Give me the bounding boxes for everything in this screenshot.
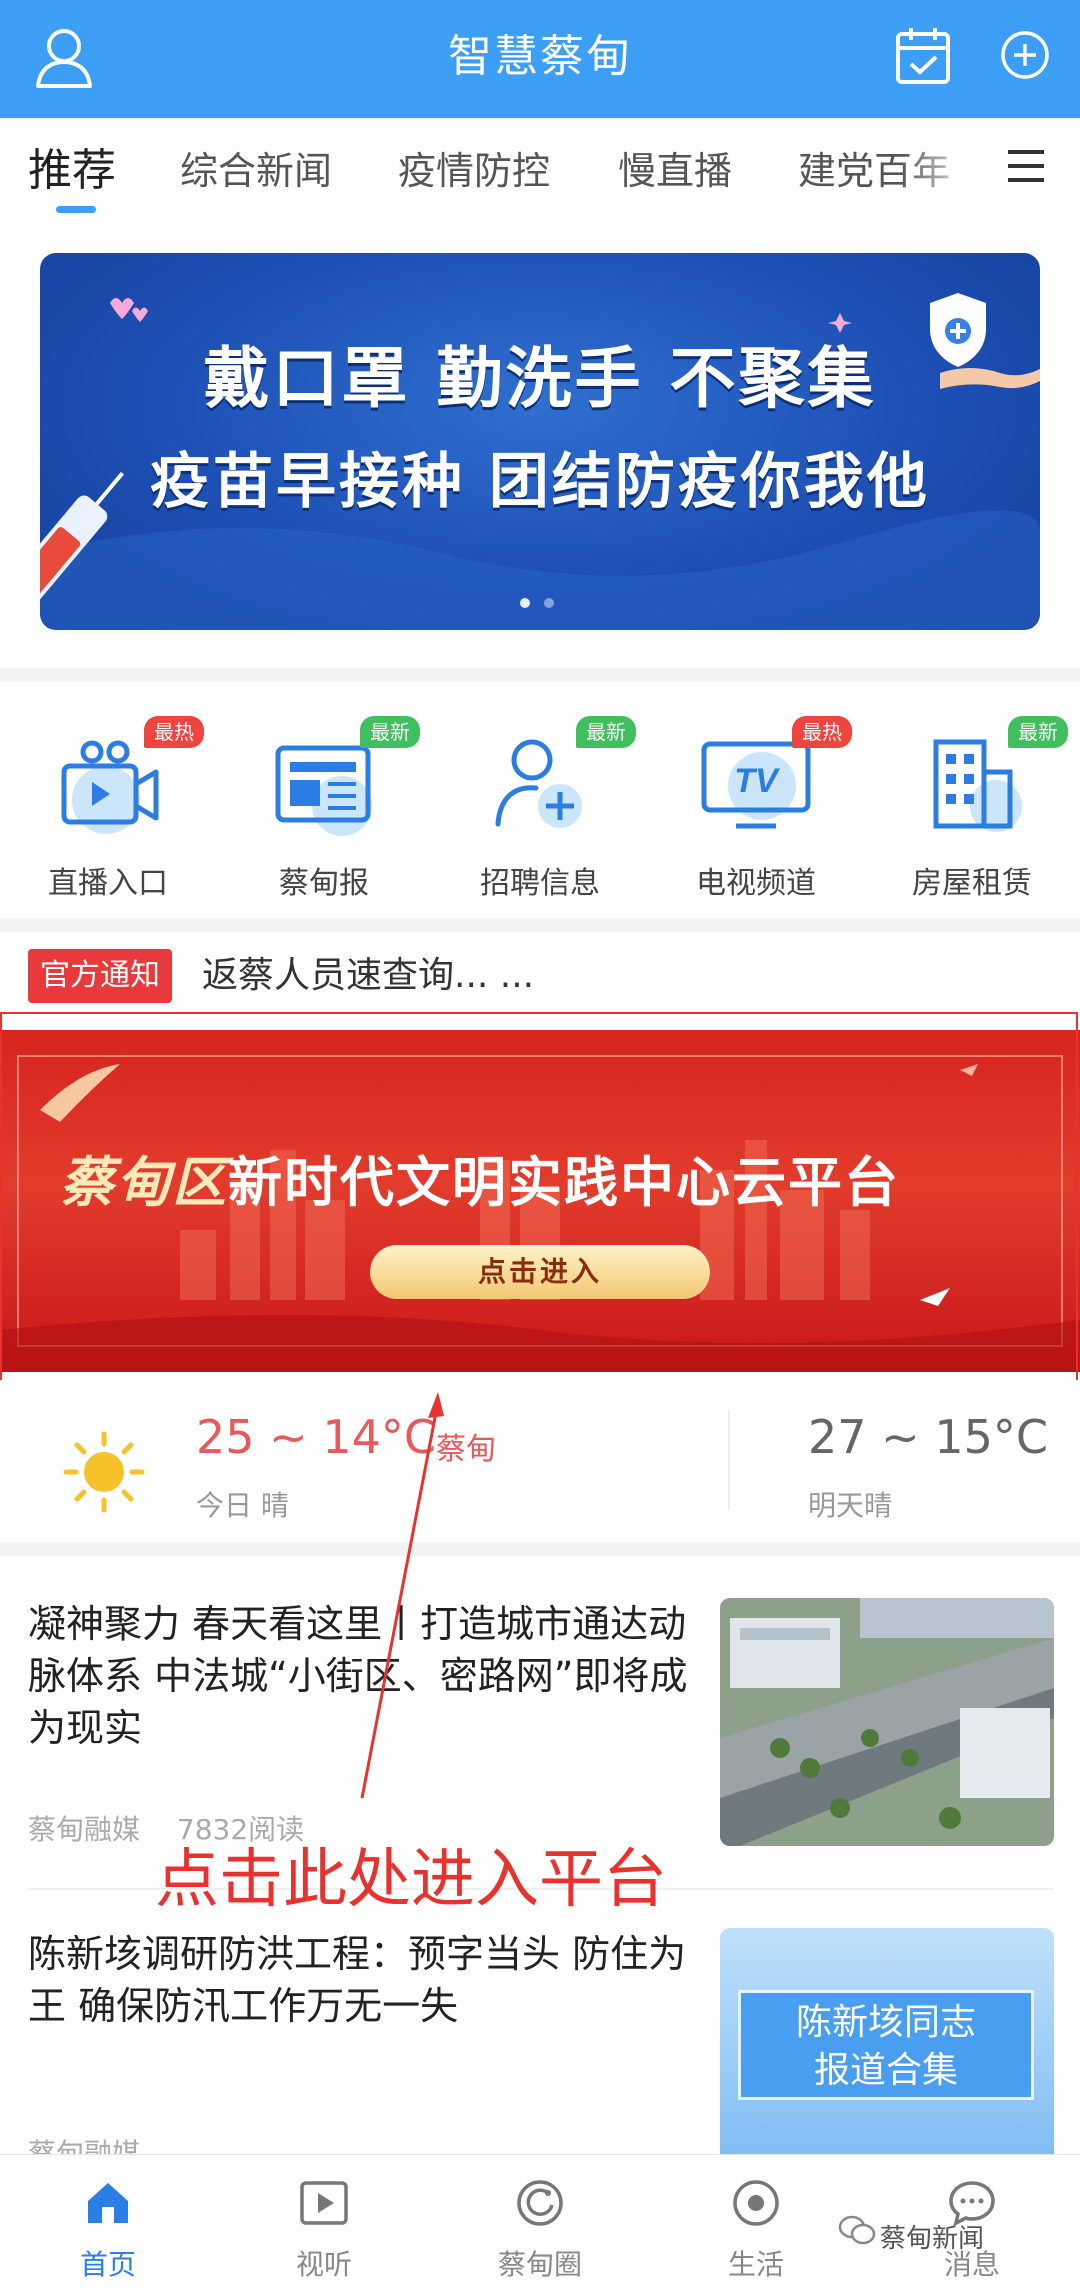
thumb-caption: 陈新垓同志 报道合集 xyxy=(738,1990,1034,2100)
menu-icon[interactable] xyxy=(1006,148,1046,184)
tab-epidemic[interactable]: 疫情防控 xyxy=(398,140,550,195)
carousel-dot xyxy=(544,598,554,608)
nav-label: 蔡甸圈 xyxy=(497,2248,582,2281)
tomorrow-temperature: 27 ~ 15°C xyxy=(808,1410,1048,1464)
quick-label: 房屋租赁 xyxy=(912,866,1032,901)
app-header: 智慧蔡甸 xyxy=(0,0,1080,118)
quick-label: 招聘信息 xyxy=(480,866,600,901)
carousel-dots xyxy=(520,593,568,612)
category-tabs: 推荐 综合新闻 疫情防控 慢直播 建党百年 xyxy=(0,118,1080,228)
new-badge: 最新 xyxy=(360,716,420,748)
section-divider xyxy=(0,918,1080,932)
banner-line-1: 戴口罩 勤洗手 不聚集 xyxy=(203,340,877,417)
quick-recruitment[interactable]: 最新 招聘信息 xyxy=(432,690,648,920)
hot-badge: 最热 xyxy=(792,716,852,748)
tab-slow-live[interactable]: 慢直播 xyxy=(618,140,732,195)
quick-live-entry[interactable]: 最热 直播入口 xyxy=(0,690,216,920)
weather-widget[interactable]: 25 ~ 14°C 蔡甸 今日 晴 27 ~ 15°C 明天晴 xyxy=(0,1380,1080,1540)
quick-newspaper[interactable]: 最新 蔡甸报 xyxy=(216,690,432,920)
annotation-arrow-icon xyxy=(360,1392,444,1799)
new-badge: 最新 xyxy=(576,716,636,748)
weather-divider xyxy=(728,1410,730,1510)
add-circle-icon[interactable] xyxy=(1000,30,1050,80)
hot-badge: 最热 xyxy=(144,716,204,748)
news-title: 陈新垓调研防洪工程：预字当头 防住为王 确保防汛工作万无一失 xyxy=(28,1932,687,2028)
sun-icon xyxy=(63,1431,145,1513)
news-thumbnail: 陈新垓同志 报道合集 xyxy=(720,1928,1054,2154)
nav-audio-video[interactable]: 视听 xyxy=(216,2155,432,2292)
quick-label: 蔡甸报 xyxy=(279,866,369,901)
today-weather-desc: 今日 晴 xyxy=(196,1489,289,1522)
life-icon xyxy=(733,2180,779,2226)
tabs-fade xyxy=(900,128,980,208)
nav-label: 生活 xyxy=(727,2248,784,2281)
notice-text: 返蔡人员速查询... ... xyxy=(202,955,535,996)
epidemic-banner[interactable]: 戴口罩 勤洗手 不聚集 疫苗早接种 团结防疫你我他 xyxy=(40,253,1040,630)
tab-recommend[interactable]: 推荐 xyxy=(28,134,116,198)
tab-general-news[interactable]: 综合新闻 xyxy=(180,140,332,195)
section-divider xyxy=(0,668,1080,682)
banner-line-2: 疫苗早接种 团结防疫你我他 xyxy=(150,447,930,517)
nav-label: 首页 xyxy=(79,2248,136,2281)
home-icon xyxy=(88,2183,128,2223)
quick-label: 电视频道 xyxy=(696,866,816,901)
section-divider xyxy=(0,1542,1080,1556)
nav-home[interactable]: 首页 xyxy=(0,2155,216,2292)
circle-icon xyxy=(517,2180,563,2226)
play-icon xyxy=(300,2181,348,2225)
carousel-dot xyxy=(520,598,530,608)
news-item[interactable]: 陈新垓调研防洪工程：预字当头 防住为王 确保防汛工作万无一失 蔡甸融媒 陈新垓同… xyxy=(0,1900,1080,2154)
new-badge: 最新 xyxy=(1008,716,1068,748)
news-thumbnail xyxy=(720,1598,1054,1846)
annotation-text: 点击此处进入平台 xyxy=(155,1843,667,1917)
user-icon[interactable] xyxy=(34,26,94,90)
watermark: 蔡甸新闻 xyxy=(880,2224,985,2254)
quick-house-rental[interactable]: 最新 房屋租赁 xyxy=(864,690,1080,920)
nav-label: 视听 xyxy=(295,2248,352,2281)
quick-tv-channel[interactable]: TV 最热 电视频道 xyxy=(648,690,864,920)
annotation-highlight-box xyxy=(0,1012,1078,1402)
svg-text:TV: TV xyxy=(734,762,781,800)
tomorrow-weather-desc: 明天晴 xyxy=(808,1489,893,1522)
news-source: 蔡甸融媒 xyxy=(28,1813,141,1846)
notice-tag: 官方通知 xyxy=(28,949,172,1003)
calendar-check-icon[interactable] xyxy=(894,24,952,88)
wechat-icon xyxy=(838,2215,876,2245)
nav-caidian-circle[interactable]: 蔡甸圈 xyxy=(432,2155,648,2292)
active-tab-indicator xyxy=(56,206,96,213)
nav-life[interactable]: 生活 xyxy=(648,2155,864,2292)
quick-label: 直播入口 xyxy=(48,866,168,901)
news-source: 蔡甸融媒 xyxy=(28,2137,141,2154)
